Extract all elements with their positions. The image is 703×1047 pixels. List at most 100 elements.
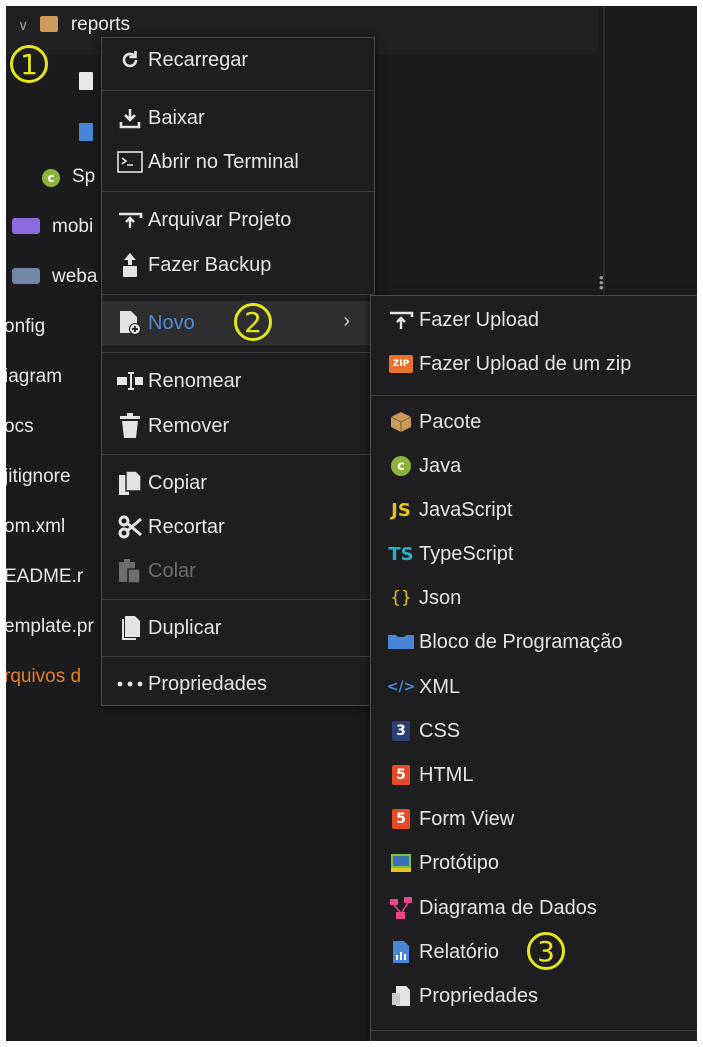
menu-rename[interactable]: Renomear <box>102 359 374 403</box>
menu-label: Propriedades <box>148 672 267 695</box>
tree-item[interactable]: jitignore <box>6 466 71 488</box>
tree-item-label: om.xml <box>6 516 66 537</box>
submenu-label: Pacote <box>419 410 482 433</box>
reload-icon <box>116 46 144 74</box>
menu-separator <box>102 191 374 192</box>
submenu-properties[interactable]: Propriedades <box>371 974 697 1018</box>
menu-label: Baixar <box>148 106 205 129</box>
menu-reload[interactable]: Recarregar <box>102 38 374 82</box>
tree-item-label: iagram <box>6 366 63 387</box>
new-file-icon <box>116 309 144 337</box>
menu-separator <box>371 395 697 396</box>
submenu-javascript[interactable]: JS JavaScript <box>371 488 697 532</box>
submenu-xml[interactable]: </> XML <box>371 665 697 709</box>
menu-label: Arquivar Projeto <box>148 208 292 231</box>
ide-window: • • • ∨ reports c Sp mobi weba onfig iagram… <box>6 6 697 1041</box>
menu-backup[interactable]: Fazer Backup <box>102 243 374 287</box>
tree-root-row[interactable]: ∨ reports <box>18 14 130 36</box>
menu-label: Copiar <box>148 471 207 494</box>
menu-separator <box>102 352 374 353</box>
menu-separator <box>102 294 374 295</box>
copy-icon <box>116 469 144 497</box>
tree-item[interactable]: EADME.r <box>6 566 83 588</box>
tree-item-label: ocs <box>6 416 34 437</box>
submenu-label: CSS <box>419 719 461 742</box>
submenu-html[interactable]: 5 HTML <box>371 753 697 797</box>
mobile-folder-icon <box>12 218 40 234</box>
tree-item[interactable]: emplate.pr <box>6 616 94 638</box>
annotation-marker-2: 2 <box>234 303 272 341</box>
file-icon <box>79 72 93 90</box>
menu-remove[interactable]: Remover <box>102 404 374 448</box>
report-icon <box>387 938 415 966</box>
tree-item[interactable]: rquivos d <box>6 666 81 688</box>
submenu-label: Json <box>419 586 462 609</box>
backup-icon <box>116 251 144 279</box>
menu-separator <box>102 599 374 600</box>
tree-item-label: weba <box>52 266 98 287</box>
tree-item[interactable]: c Sp <box>42 166 95 188</box>
menu-copy[interactable]: Copiar <box>102 461 374 505</box>
submenu-prototype[interactable]: Protótipo <box>371 841 697 885</box>
submenu-json[interactable]: {} Json <box>371 576 697 620</box>
submenu-label: Fazer Upload <box>419 308 540 331</box>
submenu-label: XML <box>419 675 461 698</box>
programming-block-icon <box>387 628 415 656</box>
submenu-css[interactable]: 3 CSS <box>371 709 697 753</box>
submenu-form-view[interactable]: 5 Form View <box>371 797 697 841</box>
rename-icon <box>116 367 144 395</box>
menu-properties[interactable]: Propriedades <box>102 662 374 706</box>
submenu-label: HTML <box>419 763 474 786</box>
submenu-typescript[interactable]: TS TypeScript <box>371 532 697 576</box>
tree-item-label: jitignore <box>6 466 71 487</box>
menu-label: Recortar <box>148 515 225 538</box>
submenu-programming-block[interactable]: Bloco de Programação <box>371 620 697 664</box>
javascript-icon: JS <box>391 499 411 521</box>
submenu-java[interactable]: c Java <box>371 444 697 488</box>
package-icon <box>39 16 58 32</box>
css-icon: 3 <box>387 717 415 745</box>
tree-item[interactable]: iagram <box>6 366 62 388</box>
menu-label: Novo <box>148 311 195 334</box>
submenu-label: JavaScript <box>419 498 513 521</box>
menu-separator <box>102 454 374 455</box>
form-view-icon: 5 <box>387 805 415 833</box>
menu-label: Abrir no Terminal <box>148 150 299 173</box>
archive-upload-icon <box>116 206 144 234</box>
typescript-icon: TS <box>388 543 414 565</box>
terminal-icon <box>116 148 144 176</box>
tree-item[interactable]: mobi <box>12 216 93 238</box>
properties-file-icon <box>387 982 415 1010</box>
tree-item-label: mobi <box>52 216 94 237</box>
xml-icon: </> <box>386 679 416 695</box>
zip-upload-icon: ZIP <box>387 350 415 378</box>
menu-archive-project[interactable]: Arquivar Projeto <box>102 198 374 242</box>
menu-download[interactable]: Baixar <box>102 96 374 140</box>
menu-duplicate[interactable]: Duplicar <box>102 606 374 650</box>
submenu-data-diagram[interactable]: Diagrama de Dados <box>371 886 697 930</box>
menu-label: Colar <box>148 559 196 582</box>
submenu-upload[interactable]: Fazer Upload <box>371 298 697 342</box>
tree-root-label: reports <box>70 14 130 35</box>
tree-item-label: onfig <box>6 316 46 337</box>
menu-label: Renomear <box>148 369 242 392</box>
tree-item[interactable]: ocs <box>6 416 34 438</box>
menu-open-terminal[interactable]: Abrir no Terminal <box>102 140 374 184</box>
tree-item[interactable]: weba <box>12 266 97 288</box>
new-submenu: Fazer Upload ZIP Fazer Upload de um zip … <box>370 295 697 1041</box>
submenu-package[interactable]: Pacote <box>371 400 697 444</box>
submenu-upload-zip[interactable]: ZIP Fazer Upload de um zip <box>371 342 697 386</box>
chevron-down-icon[interactable]: ∨ <box>18 17 28 33</box>
menu-paste[interactable]: Colar <box>102 549 374 593</box>
java-class-icon: c <box>42 169 60 187</box>
menu-cut[interactable]: Recortar <box>102 505 374 549</box>
tree-item[interactable]: onfig <box>6 316 45 338</box>
scissors-icon <box>116 513 144 541</box>
tree-item[interactable]: om.xml <box>6 516 65 538</box>
data-diagram-icon <box>387 894 415 922</box>
package-icon <box>387 408 415 436</box>
more-vertical-icon[interactable]: • • • <box>599 271 604 294</box>
menu-label: Fazer Backup <box>148 253 272 276</box>
json-icon: {} <box>390 588 412 608</box>
tree-item-label: emplate.pr <box>6 616 94 637</box>
